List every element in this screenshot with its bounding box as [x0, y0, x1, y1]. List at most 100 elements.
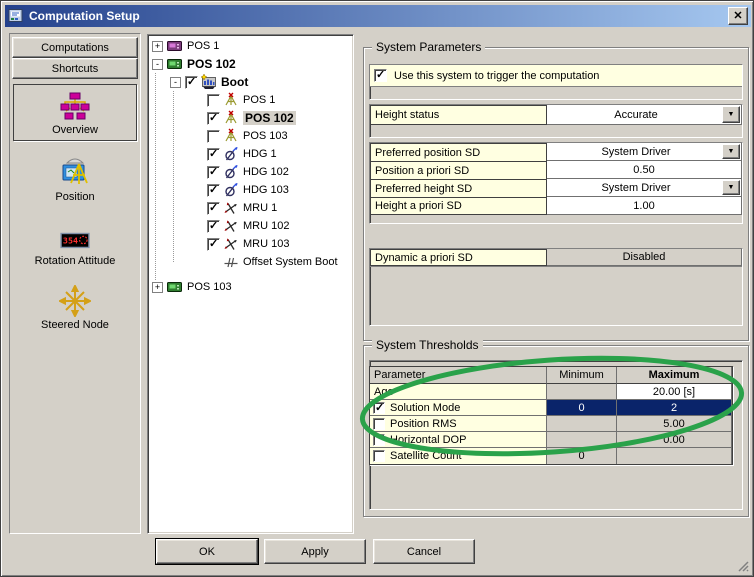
tree-item-pos103[interactable]: POS 103 — [150, 127, 351, 145]
mru-axes-icon — [223, 200, 239, 216]
position-icon — [59, 157, 91, 189]
preferred-height-sd-dropdown[interactable] — [722, 180, 740, 195]
tree-item-mru102[interactable]: MRU 102 — [150, 217, 351, 235]
tree-checkbox[interactable] — [207, 220, 220, 233]
tree-item-label: HDG 103 — [243, 184, 289, 196]
computation-setup-dialog: Computation Setup ✕ Computations Shortcu… — [0, 0, 754, 577]
satellite-count-checkbox[interactable] — [373, 450, 385, 462]
tree-item-label: HDG 102 — [243, 166, 289, 178]
horizontal-dop-max-value[interactable]: 0.00 — [617, 432, 732, 448]
column-header-maximum[interactable]: Maximum — [617, 367, 732, 384]
apply-button[interactable]: Apply — [264, 539, 366, 564]
horizontal-dop-checkbox[interactable] — [373, 434, 385, 446]
age-min-value[interactable] — [547, 384, 617, 400]
antenna-icon — [223, 92, 239, 108]
close-icon: ✕ — [733, 11, 742, 21]
position-a-priori-sd-label: Position a priori SD — [370, 161, 547, 179]
thresholds-header-row: Parameter Minimum Maximum — [370, 367, 732, 384]
collapse-toggle[interactable]: - — [152, 59, 163, 70]
tree-checkbox[interactable] — [207, 148, 220, 161]
resize-grip[interactable] — [737, 560, 750, 573]
apply-button-label: Apply — [301, 546, 329, 558]
tree-checkbox[interactable] — [207, 166, 220, 179]
dynamic-a-priori-sd-label: Dynamic a priori SD — [370, 249, 547, 266]
height-a-priori-sd-value[interactable]: 1.00 — [547, 197, 742, 215]
tree-item-label: MRU 1 — [243, 202, 277, 214]
satellite-count-label: Satellite Count — [390, 450, 462, 462]
title-bar[interactable]: Computation Setup ✕ — [5, 5, 751, 27]
tree-checkbox[interactable] — [207, 130, 220, 143]
close-button[interactable]: ✕ — [728, 7, 748, 25]
tree-item-pos1-root[interactable]: + POS 1 — [150, 37, 351, 55]
tree-item-boot[interactable]: - Boot — [150, 73, 351, 91]
tree-item-mru103[interactable]: MRU 103 — [150, 235, 351, 253]
height-status-value[interactable]: Accurate — [614, 109, 673, 121]
tree-item-label: Offset System Boot — [243, 256, 338, 268]
column-header-parameter[interactable]: Parameter — [370, 367, 547, 384]
tree-checkbox[interactable] — [207, 238, 220, 251]
shortcuts-button-label: Shortcuts — [52, 63, 98, 75]
solution-mode-min-value[interactable]: 0 — [547, 400, 617, 416]
tree-item-mru1[interactable]: MRU 1 — [150, 199, 351, 217]
system-parameters-title: System Parameters — [372, 40, 485, 54]
height-status-dropdown[interactable] — [722, 106, 740, 123]
tree-checkbox[interactable] — [207, 94, 220, 107]
tree-item-hdg103[interactable]: HDG 103 — [150, 181, 351, 199]
tree-item-label: POS 103 — [187, 281, 232, 293]
sidebar-item-steered-node[interactable]: Steered Node — [13, 280, 137, 330]
rotation-attitude-icon — [55, 227, 95, 253]
satellite-count-min-value[interactable]: 0 — [547, 448, 617, 464]
height-status-label: Height status — [370, 105, 547, 125]
shortcuts-button[interactable]: Shortcuts — [12, 58, 138, 79]
tree-item-offset-system-boot[interactable]: Offset System Boot — [150, 253, 351, 271]
tree-item-hdg1[interactable]: HDG 1 — [150, 145, 351, 163]
position-a-priori-sd-value[interactable]: 0.50 — [547, 161, 742, 179]
tree-item-hdg102[interactable]: HDG 102 — [150, 163, 351, 181]
steered-node-icon — [59, 285, 91, 317]
sidebar-item-overview[interactable]: Overview — [13, 84, 137, 141]
sidebar-item-rotation-attitude[interactable]: Rotation Attitude — [13, 222, 137, 266]
trigger-checkbox[interactable] — [374, 69, 387, 82]
thresholds-table: Parameter Minimum Maximum Age 20.00 [s] … — [369, 366, 733, 465]
preferred-position-sd-value[interactable]: System Driver — [601, 146, 686, 158]
offset-axes-icon — [223, 254, 239, 270]
system-tree: + POS 1 - POS 102 - Boot POS 1 POS 102 — [147, 34, 354, 534]
dynamic-a-priori-sd-value[interactable]: Disabled — [547, 249, 742, 266]
tree-checkbox[interactable] — [185, 76, 198, 89]
sidebar-item-label: Position — [55, 191, 94, 203]
tree-item-pos1[interactable]: POS 1 — [150, 91, 351, 109]
expand-toggle[interactable]: + — [152, 41, 163, 52]
tree-checkbox[interactable] — [207, 112, 220, 125]
cancel-button[interactable]: Cancel — [373, 539, 475, 564]
computations-button[interactable]: Computations — [12, 37, 138, 58]
height-a-priori-sd-label: Height a priori SD — [370, 197, 547, 215]
tree-checkbox[interactable] — [207, 202, 220, 215]
ok-button[interactable]: OK — [156, 539, 258, 564]
collapse-toggle[interactable]: - — [170, 77, 181, 88]
column-header-minimum[interactable]: Minimum — [547, 367, 617, 384]
preferred-height-sd-value[interactable]: System Driver — [601, 182, 686, 194]
threshold-row-position-rms: Position RMS 5.00 — [370, 416, 732, 432]
system-parameters-group: System Parameters Use this system to tri… — [363, 47, 749, 341]
preferred-position-sd-dropdown[interactable] — [722, 144, 740, 159]
horizontal-dop-min-value[interactable] — [547, 432, 617, 448]
position-rms-max-value[interactable]: 5.00 — [617, 416, 732, 432]
tree-item-pos102[interactable]: POS 102 — [150, 109, 351, 127]
antenna-icon — [223, 128, 239, 144]
sd-settings-box: Preferred position SD System Driver Posi… — [369, 142, 743, 224]
solution-mode-max-value[interactable]: 2 — [617, 400, 732, 416]
tree-item-pos103-root[interactable]: + POS 103 — [150, 278, 351, 296]
position-rms-checkbox[interactable] — [373, 418, 385, 430]
trigger-box: Use this system to trigger the computati… — [369, 64, 743, 100]
solution-mode-checkbox[interactable] — [373, 402, 385, 414]
sidebar-item-position[interactable]: Position — [13, 152, 137, 202]
expand-toggle[interactable]: + — [152, 282, 163, 293]
solution-mode-label: Solution Mode — [390, 402, 460, 414]
tree-checkbox[interactable] — [207, 184, 220, 197]
position-rms-min-value[interactable] — [547, 416, 617, 432]
age-max-value[interactable]: 20.00 [s] — [617, 384, 732, 400]
tree-item-pos102-root[interactable]: - POS 102 — [150, 55, 351, 73]
horizontal-dop-label: Horizontal DOP — [390, 434, 466, 446]
satellite-count-max-value[interactable] — [617, 448, 732, 464]
tree-item-label: POS 1 — [243, 94, 275, 106]
